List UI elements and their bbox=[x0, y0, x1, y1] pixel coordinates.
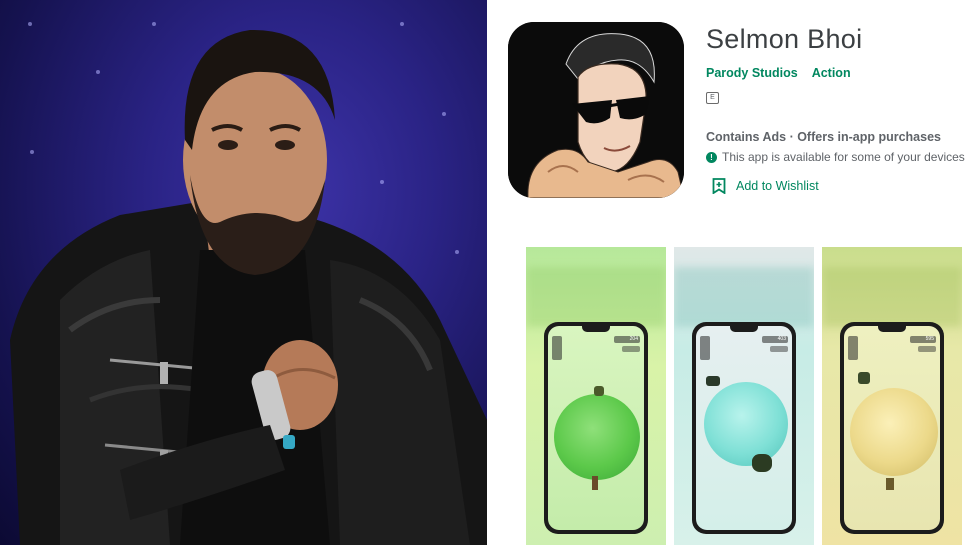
app-store-listing: Selmon Bhoi Parody Studios Action E Cont… bbox=[490, 0, 970, 545]
availability-text: This app is available for some of your d… bbox=[722, 150, 965, 164]
score-display: 403 bbox=[762, 336, 788, 343]
screenshot-3[interactable]: 595 bbox=[822, 247, 962, 545]
genre-link[interactable]: Action bbox=[812, 66, 851, 80]
man-in-leather-jacket-figure bbox=[10, 29, 487, 545]
developer-link[interactable]: Parody Studios bbox=[706, 66, 798, 80]
screenshot-2[interactable]: 403 bbox=[674, 247, 814, 545]
score-display: 595 bbox=[910, 336, 936, 343]
app-title: Selmon Bhoi bbox=[706, 24, 863, 54]
rating-badge-icon: E bbox=[706, 92, 719, 104]
add-to-wishlist-button[interactable]: Add to Wishlist bbox=[712, 178, 819, 194]
wishlist-label: Add to Wishlist bbox=[736, 179, 819, 193]
availability-notice: ! This app is available for some of your… bbox=[706, 150, 965, 164]
cartoon-character-icon bbox=[508, 22, 684, 198]
phone-frame: 403 bbox=[692, 322, 796, 534]
score-display: 204 bbox=[614, 336, 640, 343]
screenshot-1[interactable]: 204 bbox=[526, 247, 666, 545]
phone-frame: 204 bbox=[544, 322, 648, 534]
app-meta: Parody Studios Action bbox=[706, 66, 851, 80]
info-icon: ! bbox=[706, 151, 717, 163]
app-icon[interactable] bbox=[508, 22, 684, 198]
phone-frame: 595 bbox=[840, 322, 944, 534]
monetization-info: Contains Ads · Offers in-app purchases bbox=[706, 130, 941, 144]
celebrity-photo bbox=[0, 0, 487, 545]
bookmark-add-icon bbox=[712, 178, 726, 194]
